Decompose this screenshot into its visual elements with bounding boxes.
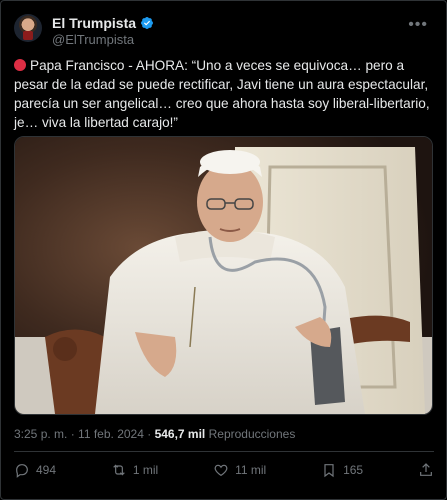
- reply-button[interactable]: 494: [14, 462, 56, 478]
- author-name-row: El Trumpista: [52, 15, 154, 31]
- tweet-date[interactable]: 11 feb. 2024: [78, 427, 144, 441]
- reply-count: 494: [36, 463, 57, 477]
- bookmark-icon: [324, 464, 334, 478]
- red-circle-icon: [14, 59, 26, 71]
- tweet-meta: 3:25 p. m. · 11 feb. 2024 · 546,7 mil Re…: [14, 427, 295, 441]
- meta-separator: ·: [67, 427, 79, 441]
- bookmark-count: 165: [343, 463, 364, 477]
- tweet-header: El Trumpista @ElTrumpista •••: [14, 14, 434, 48]
- bookmark-button[interactable]: 165: [321, 462, 363, 478]
- verified-badge-icon: [141, 17, 154, 29]
- share-icon: [420, 463, 432, 476]
- reply-icon: [16, 464, 28, 478]
- share-button[interactable]: [418, 462, 434, 478]
- repost-count: 1 mil: [132, 463, 159, 477]
- tweet-body: Papa Francisco - AHORA: “Uno a veces se …: [14, 58, 430, 130]
- more-icon[interactable]: •••: [408, 16, 428, 34]
- tweet-card: El Trumpista @ElTrumpista ••• Papa Franc…: [0, 0, 447, 500]
- heart-icon: [214, 464, 228, 477]
- pope-photo-illustration: [15, 137, 432, 414]
- tweet-text: Papa Francisco - AHORA: “Uno a veces se …: [14, 56, 436, 132]
- repost-icon: [113, 464, 125, 476]
- meta-separator-2: ·: [143, 427, 155, 441]
- action-bar: 494 1 mil 11 mil 165: [14, 459, 434, 481]
- like-button[interactable]: 11 mil: [213, 462, 266, 478]
- like-count: 11 mil: [235, 463, 267, 477]
- tweet-photo[interactable]: [14, 136, 433, 415]
- avatar[interactable]: [14, 14, 42, 42]
- author-handle[interactable]: @ElTrumpista: [52, 32, 134, 47]
- views-label: Reproducciones: [208, 427, 296, 441]
- repost-button[interactable]: 1 mil: [111, 462, 158, 478]
- author-name[interactable]: El Trumpista: [52, 15, 136, 31]
- divider: [14, 451, 434, 452]
- tweet-time[interactable]: 3:25 p. m.: [14, 427, 67, 441]
- views-count: 546,7 mil: [154, 427, 206, 441]
